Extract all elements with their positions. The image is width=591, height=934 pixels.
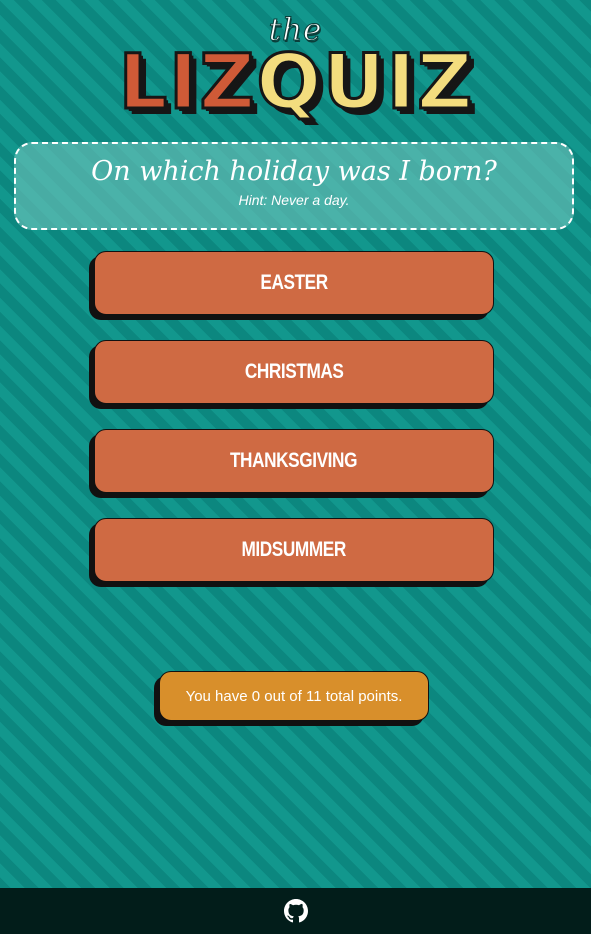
answer-label: Christmas: [244, 360, 344, 383]
answer-button-christmas[interactable]: Christmas: [94, 340, 494, 404]
answer-label: Midsummer: [241, 538, 347, 561]
logo-letter: I: [385, 37, 416, 126]
logo-letter: Q: [255, 37, 323, 126]
github-icon[interactable]: [283, 899, 308, 923]
footer: [0, 888, 591, 934]
question-text: On which holiday was I born?: [91, 156, 497, 187]
logo-letter: Z: [198, 37, 256, 126]
question-box: On which holiday was I born? Hint: Never…: [14, 142, 574, 230]
answer-button-thanksgiving[interactable]: Thanksgiving: [94, 429, 494, 493]
answer-label: Easter: [260, 271, 328, 294]
answer-button-easter[interactable]: Easter: [94, 251, 494, 315]
logo-letter: U: [322, 37, 387, 126]
hint-text: Hint: Never a day.: [238, 192, 350, 208]
answer-label: Thanksgiving: [230, 449, 358, 472]
logo-letter: L: [117, 37, 168, 126]
logo-letter: I: [168, 37, 199, 126]
logo: the L I Z Q U I Z: [0, 0, 591, 130]
logo-letter: Z: [416, 37, 474, 126]
score-text: You have 0 out of 11 total points.: [185, 687, 403, 705]
logo-wordmark: L I Z Q U I Z: [0, 37, 591, 130]
answer-button-midsummer[interactable]: Midsummer: [94, 518, 494, 582]
score-display: You have 0 out of 11 total points.: [159, 671, 429, 721]
